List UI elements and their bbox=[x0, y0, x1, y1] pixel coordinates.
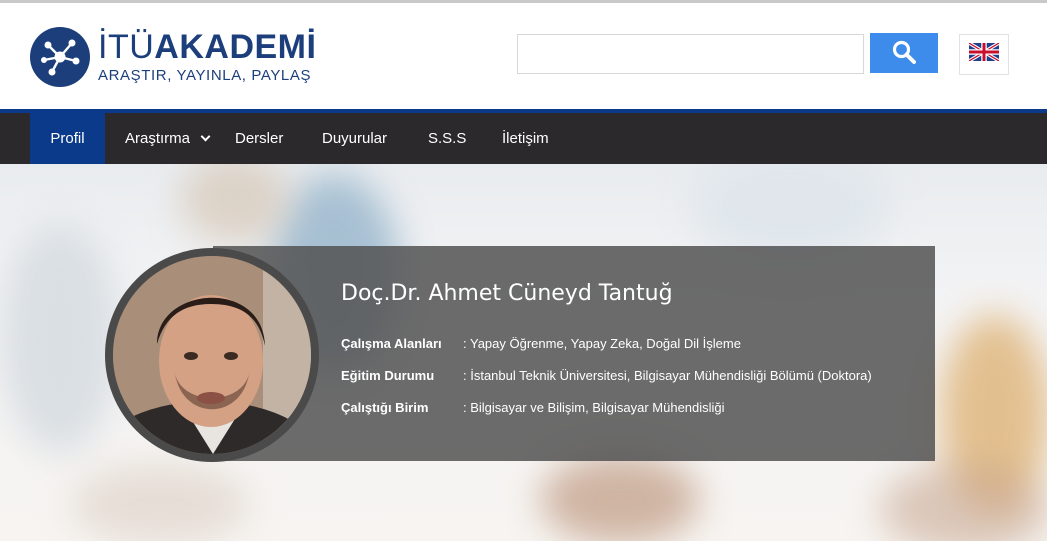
chevron-down-icon bbox=[200, 131, 211, 142]
logo-title-main: AKADEMİ bbox=[154, 28, 317, 66]
info-value: : İstanbul Teknik Üniversitesi, Bilgisay… bbox=[463, 368, 872, 383]
profile-card bbox=[213, 246, 935, 461]
site-logo[interactable]: İTÜAKADEMİ ARAŞTIR, YAYINLA, PAYLAŞ bbox=[30, 27, 316, 87]
logo-title-prefix: İTÜ bbox=[98, 28, 155, 66]
search-input[interactable] bbox=[517, 34, 864, 74]
main-nav: Profil Araştırma Dersler Duyurular S.S.S… bbox=[0, 113, 1047, 164]
info-label: Çalışma Alanları bbox=[341, 336, 442, 351]
search-button[interactable] bbox=[870, 33, 938, 73]
info-value: : Yapay Öğrenme, Yapay Zeka, Doğal Dil İ… bbox=[463, 336, 741, 351]
nav-item-label: Profil bbox=[50, 130, 85, 147]
nav-item-sss[interactable]: S.S.S bbox=[428, 113, 466, 164]
nav-item-label: S.S.S bbox=[428, 130, 467, 147]
profile-photo bbox=[113, 256, 311, 454]
nav-item-label: Duyurular bbox=[322, 130, 388, 147]
logo-slogan: ARAŞTIR, YAYINLA, PAYLAŞ bbox=[98, 67, 312, 84]
nav-item-dersler[interactable]: Dersler bbox=[235, 113, 283, 164]
nav-item-duyurular[interactable]: Duyurular bbox=[322, 113, 387, 164]
nav-item-iletisim[interactable]: İletişim bbox=[502, 113, 549, 164]
network-logo-icon bbox=[30, 27, 90, 87]
info-label: Eğitim Durumu bbox=[341, 368, 435, 383]
search-icon bbox=[891, 39, 917, 68]
profile-hero: Doç.Dr. Ahmet Cüneyd Tantuğ Çalışma Alan… bbox=[0, 164, 1047, 541]
nav-item-arastirma[interactable]: Araştırma bbox=[125, 113, 211, 164]
nav-item-label: Dersler bbox=[235, 130, 284, 147]
uk-flag-icon bbox=[968, 41, 1000, 66]
nav-item-label: Araştırma bbox=[125, 130, 191, 147]
nav-item-profil[interactable]: Profil bbox=[30, 113, 105, 164]
info-value: : Bilgisayar ve Bilişim, Bilgisayar Mühe… bbox=[463, 400, 725, 415]
profile-name: Doç.Dr. Ahmet Cüneyd Tantuğ bbox=[341, 281, 673, 306]
site-header: İTÜAKADEMİ ARAŞTIR, YAYINLA, PAYLAŞ bbox=[0, 3, 1047, 109]
nav-item-label: İletişim bbox=[502, 130, 549, 147]
logo-title: İTÜAKADEMİ bbox=[98, 30, 316, 64]
info-label: Çalıştığı Birim bbox=[341, 400, 429, 415]
language-switch-button[interactable] bbox=[959, 34, 1009, 75]
